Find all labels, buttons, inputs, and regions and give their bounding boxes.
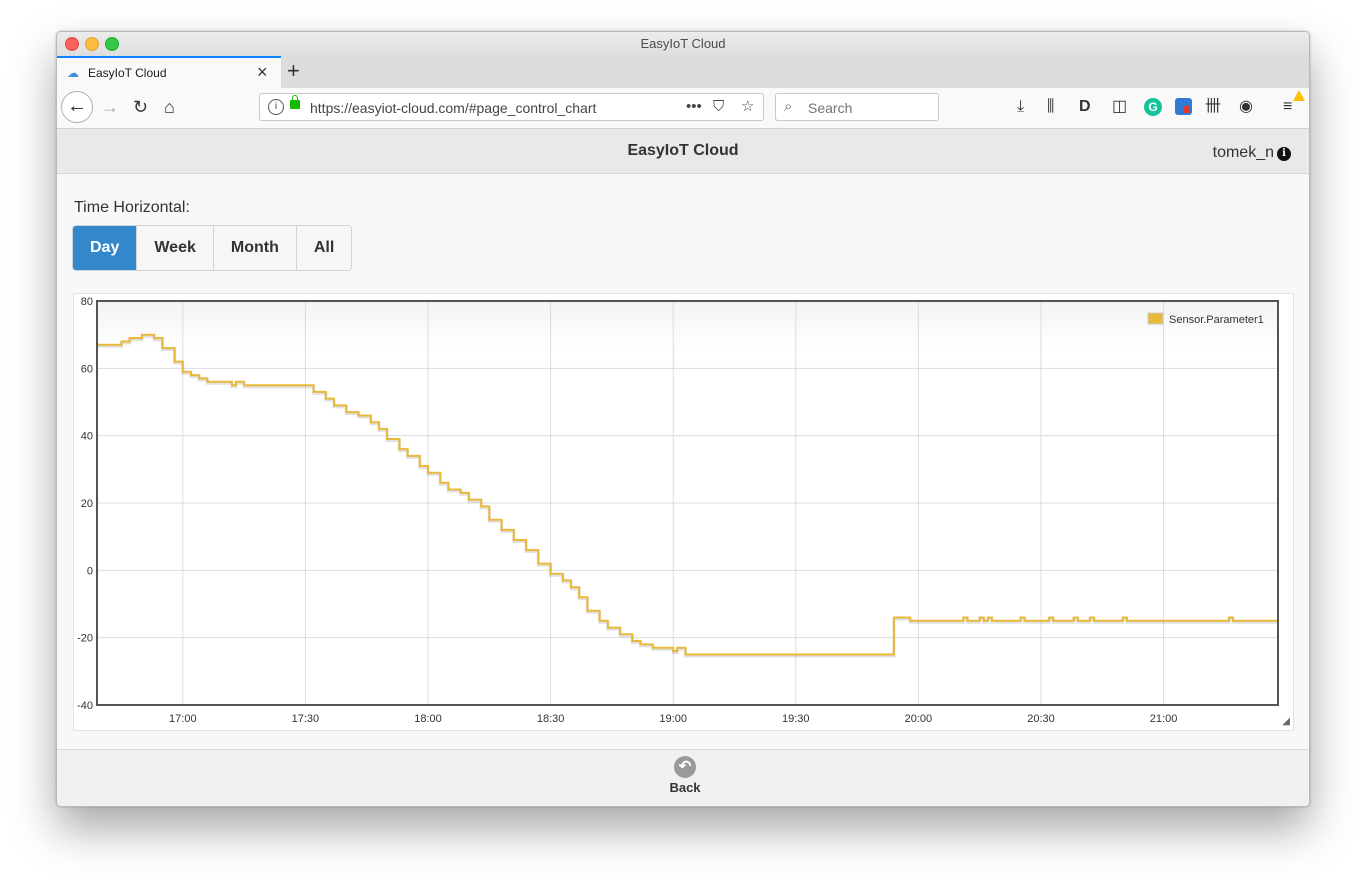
search-icon: ⌕ bbox=[784, 98, 793, 115]
y-tick-label: 40 bbox=[81, 431, 93, 443]
warning-icon bbox=[1293, 90, 1305, 101]
reload-icon[interactable]: ↻ bbox=[133, 97, 148, 117]
x-tick-label: 20:00 bbox=[905, 713, 933, 725]
home-icon[interactable]: ⌂ bbox=[164, 97, 175, 117]
browser-window: EasyIoT Cloud ☁ EasyIoT Cloud × + ← → ↻ … bbox=[56, 31, 1310, 807]
close-window-button[interactable] bbox=[65, 37, 79, 51]
x-tick-label: 19:30 bbox=[782, 713, 810, 725]
minimize-window-button[interactable] bbox=[85, 37, 99, 51]
page-title: EasyIoT Cloud bbox=[627, 142, 739, 159]
chart-card: 80 60 40 20 0 -20 -40 17:00 17:30 18:00 18:30 19:00… bbox=[73, 293, 1294, 731]
new-tab-icon[interactable]: + bbox=[287, 59, 300, 83]
grammarly-icon[interactable]: G bbox=[1144, 98, 1162, 116]
x-tick-label: 21:00 bbox=[1150, 713, 1178, 725]
lock-icon bbox=[290, 95, 300, 109]
pocket-icon[interactable]: ⛉ bbox=[713, 98, 724, 116]
resize-handle-icon[interactable]: ◢ bbox=[1282, 717, 1290, 727]
sidebar-icon[interactable]: ◫ bbox=[1112, 97, 1127, 117]
range-week-button[interactable]: Week bbox=[137, 226, 214, 270]
y-tick-label: 80 bbox=[81, 296, 93, 308]
search-input[interactable] bbox=[806, 98, 930, 118]
range-day-button[interactable]: Day bbox=[73, 226, 138, 270]
bookmark-star-icon[interactable]: ☆ bbox=[741, 98, 754, 116]
app-header: EasyIoT Cloud tomek_n i bbox=[57, 129, 1309, 174]
browser-tab[interactable]: ☁ EasyIoT Cloud × bbox=[57, 56, 281, 88]
library-icon[interactable]: ⫼ bbox=[1047, 97, 1054, 117]
info-icon[interactable]: i bbox=[1277, 147, 1291, 161]
x-tick-label: 18:00 bbox=[414, 713, 442, 725]
url-bar[interactable]: i https://easyiot-cloud.com/#page_contro… bbox=[259, 93, 764, 121]
range-month-button[interactable]: Month bbox=[213, 226, 297, 270]
user-info[interactable]: tomek_n i bbox=[1213, 144, 1291, 162]
d-extension-icon[interactable]: D bbox=[1079, 97, 1091, 117]
time-range-selector: Day Week Month All bbox=[72, 225, 353, 271]
url-text[interactable]: https://easyiot-cloud.com/#page_control_… bbox=[310, 100, 596, 116]
close-tab-icon[interactable]: × bbox=[257, 62, 268, 82]
forward-icon[interactable]: → bbox=[101, 97, 119, 117]
x-tick-label: 18:30 bbox=[537, 713, 565, 725]
username[interactable]: tomek_n bbox=[1213, 144, 1274, 161]
legend-label: Sensor.Parameter1 bbox=[1169, 314, 1264, 326]
window-title: EasyIoT Cloud bbox=[640, 36, 726, 51]
range-all-button[interactable]: All bbox=[296, 226, 352, 270]
extension-icon[interactable] bbox=[1175, 98, 1192, 115]
back-icon[interactable]: ← bbox=[61, 91, 93, 123]
title-bar: EasyIoT Cloud bbox=[57, 32, 1309, 56]
page-content: EasyIoT Cloud tomek_n i Time Horizontal: … bbox=[57, 129, 1309, 806]
footer-bar: ↶ Back bbox=[57, 749, 1309, 806]
toolbar-extension-icon[interactable]: 卌 bbox=[1205, 97, 1221, 117]
page-actions-icon[interactable]: ••• bbox=[686, 98, 702, 116]
x-tick-label: 17:00 bbox=[169, 713, 197, 725]
navigation-bar: ← → ↻ ⌂ i https://easyiot-cloud.com/#pag… bbox=[57, 88, 1309, 129]
back-button[interactable]: ↶ Back bbox=[668, 756, 702, 795]
menu-icon[interactable]: ≡ bbox=[1283, 97, 1292, 117]
legend-swatch bbox=[1147, 312, 1164, 325]
y-tick-label: -40 bbox=[77, 700, 93, 712]
back-arrow-icon: ↶ bbox=[674, 756, 696, 778]
tab-title: EasyIoT Cloud bbox=[88, 66, 167, 80]
x-tick-label: 20:30 bbox=[1027, 713, 1055, 725]
x-tick-label: 17:30 bbox=[292, 713, 320, 725]
zoom-window-button[interactable] bbox=[105, 37, 119, 51]
downloads-icon[interactable]: ⤓ bbox=[1017, 97, 1024, 117]
site-info-icon[interactable]: i bbox=[268, 99, 284, 115]
search-box[interactable]: ⌕ bbox=[775, 93, 939, 121]
account-icon[interactable]: ◉ bbox=[1239, 97, 1253, 117]
back-label: Back bbox=[669, 780, 701, 795]
sensor-chart: 80 60 40 20 0 -20 -40 17:00 17:30 18:00 18:30 19:00… bbox=[77, 296, 1279, 725]
x-tick-label: 19:00 bbox=[659, 713, 687, 725]
site-favicon-icon: ☁ bbox=[67, 66, 79, 80]
tab-strip: ☁ EasyIoT Cloud × + bbox=[57, 56, 1309, 89]
y-tick-label: 60 bbox=[81, 363, 93, 375]
y-tick-label: 20 bbox=[81, 498, 93, 510]
y-tick-label: -20 bbox=[77, 633, 93, 645]
y-tick-label: 0 bbox=[87, 565, 93, 577]
time-horizontal-label: Time Horizontal: bbox=[74, 199, 190, 216]
